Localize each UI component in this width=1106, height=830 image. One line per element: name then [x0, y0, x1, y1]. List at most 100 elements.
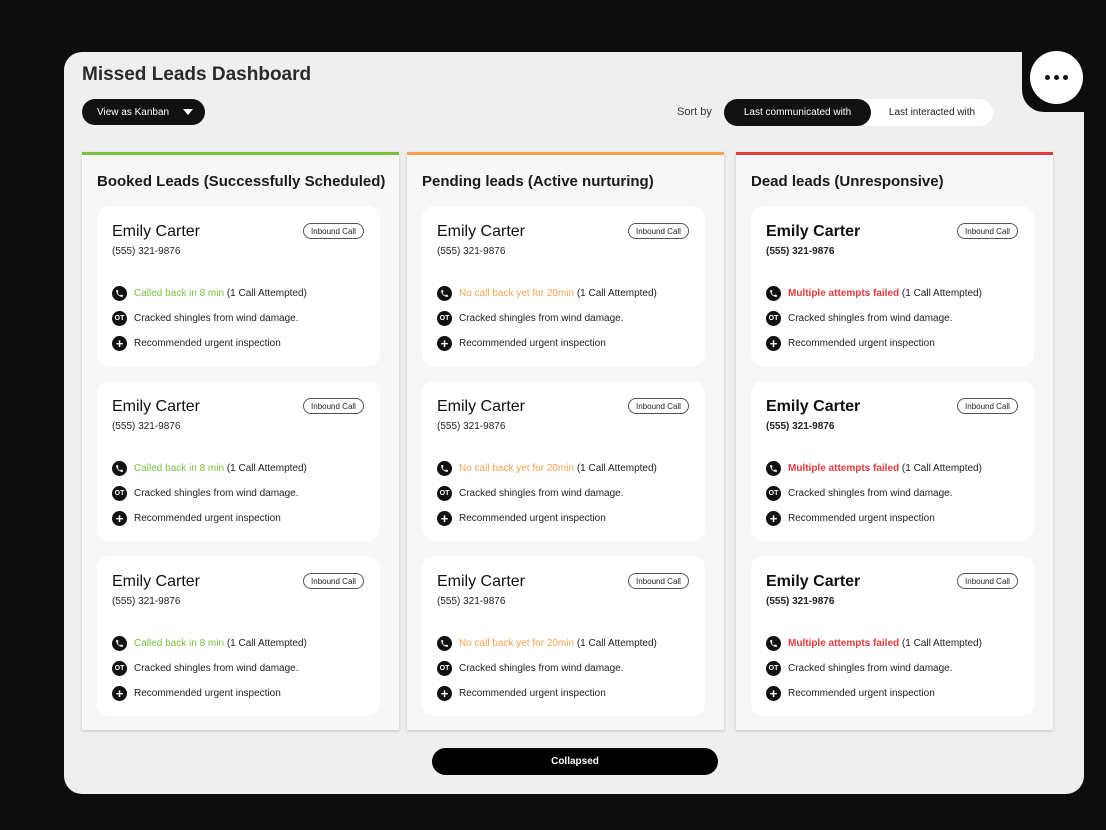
- inbound-call-tag: Inbound Call: [303, 398, 364, 414]
- lead-name: Emily Carter: [112, 573, 201, 590]
- lead-card[interactable]: Emily Carter (555) 321-9876 Inbound Call Mu…: [751, 556, 1034, 716]
- ot-icon: OT: [112, 311, 127, 326]
- call-status-row: Multiple attempts failed (1 Call Attempt…: [766, 286, 982, 301]
- call-attempt-text: (1 Call Attempted): [226, 638, 307, 649]
- note-row: OT Cracked shingles from wind damage.: [112, 661, 299, 676]
- sort-last-communicated-button[interactable]: Last communicated with: [724, 99, 871, 126]
- inbound-call-tag: Inbound Call: [628, 398, 689, 414]
- lead-name: Emily Carter: [112, 223, 201, 240]
- action-row: + Recommended urgent inspection: [437, 686, 606, 701]
- lead-name: Emily Carter: [766, 398, 861, 415]
- lead-note: Cracked shingles from wind damage.: [788, 313, 953, 324]
- caret-down-icon: [183, 109, 194, 115]
- call-status-text: Called back in 8 min: [134, 638, 225, 649]
- plus-icon: +: [437, 686, 452, 701]
- plus-icon: +: [766, 336, 781, 351]
- lead-note: Cracked shingles from wind damage.: [788, 663, 953, 674]
- lead-card[interactable]: Emily Carter (555) 321-9876 Inbound Call No…: [422, 206, 705, 366]
- lead-note: Cracked shingles from wind damage.: [134, 313, 299, 324]
- call-attempt-text: (1 Call Attempted): [901, 463, 982, 474]
- note-row: OT Cracked shingles from wind damage.: [112, 486, 299, 501]
- inbound-call-tag: Inbound Call: [628, 573, 689, 589]
- call-attempt-text: (1 Call Attempted): [576, 638, 657, 649]
- more-icon-dot: [1054, 75, 1059, 80]
- inbound-call-tag: Inbound Call: [957, 223, 1018, 239]
- action-row: + Recommended urgent inspection: [766, 686, 935, 701]
- ot-icon: OT: [112, 661, 127, 676]
- call-attempt-text: (1 Call Attempted): [576, 288, 657, 299]
- lead-note: Cracked shingles from wind damage.: [459, 313, 624, 324]
- call-status-row: Multiple attempts failed (1 Call Attempt…: [766, 461, 982, 476]
- phone-icon: [437, 286, 452, 301]
- sort-last-interacted-button[interactable]: Last interacted with: [871, 99, 993, 126]
- call-status-text: Called back in 8 min: [134, 288, 225, 299]
- phone-icon: [766, 636, 781, 651]
- call-attempt-text: (1 Call Attempted): [226, 463, 307, 474]
- lead-card[interactable]: Emily Carter (555) 321-9876 Inbound Call Ca…: [97, 556, 380, 716]
- view-as-kanban-dropdown[interactable]: View as Kanban: [82, 99, 205, 125]
- plus-icon: +: [766, 686, 781, 701]
- plus-icon: +: [112, 686, 127, 701]
- phone-icon: [112, 461, 127, 476]
- lead-name: Emily Carter: [766, 573, 861, 590]
- lead-card[interactable]: Emily Carter (555) 321-9876 Inbound Call No…: [422, 556, 705, 716]
- note-row: OT Cracked shingles from wind damage.: [437, 661, 624, 676]
- lead-column-dead: Dead leads (Unresponsive) Emily Carter (55…: [736, 152, 1053, 730]
- phone-icon: [766, 461, 781, 476]
- call-attempt-text: (1 Call Attempted): [226, 288, 307, 299]
- lead-action: Recommended urgent inspection: [134, 688, 281, 699]
- call-status-text: Multiple attempts failed: [788, 288, 900, 299]
- call-status-row: Called back in 8 min (1 Call Attempted): [112, 636, 307, 651]
- lead-action: Recommended urgent inspection: [788, 688, 935, 699]
- lead-phone: (555) 321-9876: [437, 246, 506, 257]
- lead-action: Recommended urgent inspection: [134, 338, 281, 349]
- note-row: OT Cracked shingles from wind damage.: [766, 486, 953, 501]
- call-attempt-text: (1 Call Attempted): [576, 463, 657, 474]
- call-status-text: Multiple attempts failed: [788, 638, 900, 649]
- more-options-button[interactable]: [1030, 51, 1083, 104]
- lead-action: Recommended urgent inspection: [788, 513, 935, 524]
- lead-card[interactable]: Emily Carter (555) 321-9876 Inbound Call Ca…: [97, 381, 380, 541]
- page-title: Missed Leads Dashboard: [82, 64, 312, 85]
- lead-name: Emily Carter: [437, 398, 526, 415]
- inbound-call-tag: Inbound Call: [957, 398, 1018, 414]
- ot-icon: OT: [437, 661, 452, 676]
- column-title: Pending leads (Active nurturing): [422, 173, 654, 190]
- lead-name: Emily Carter: [766, 223, 861, 240]
- note-row: OT Cracked shingles from wind damage.: [437, 311, 624, 326]
- lead-card[interactable]: Emily Carter (555) 321-9876 Inbound Call No…: [422, 381, 705, 541]
- lead-note: Cracked shingles from wind damage.: [788, 488, 953, 499]
- sort-toggle-group: Last communicated with Last interacted w…: [724, 99, 993, 126]
- lead-card[interactable]: Emily Carter (555) 321-9876 Inbound Call Ca…: [97, 206, 380, 366]
- call-status-row: Called back in 8 min (1 Call Attempted): [112, 286, 307, 301]
- lead-card[interactable]: Emily Carter (555) 321-9876 Inbound Call Mu…: [751, 381, 1034, 541]
- lead-card[interactable]: Emily Carter (555) 321-9876 Inbound Call Mu…: [751, 206, 1034, 366]
- phone-icon: [112, 286, 127, 301]
- ot-icon: OT: [437, 486, 452, 501]
- lead-action: Recommended urgent inspection: [134, 513, 281, 524]
- lead-action: Recommended urgent inspection: [459, 338, 606, 349]
- inbound-call-tag: Inbound Call: [957, 573, 1018, 589]
- action-row: + Recommended urgent inspection: [112, 686, 281, 701]
- lead-phone: (555) 321-9876: [437, 596, 506, 607]
- call-status-row: Called back in 8 min (1 Call Attempted): [112, 461, 307, 476]
- ot-icon: OT: [437, 311, 452, 326]
- action-row: + Recommended urgent inspection: [112, 336, 281, 351]
- inbound-call-tag: Inbound Call: [303, 223, 364, 239]
- plus-icon: +: [112, 511, 127, 526]
- inbound-call-tag: Inbound Call: [628, 223, 689, 239]
- note-row: OT Cracked shingles from wind damage.: [437, 486, 624, 501]
- lead-action: Recommended urgent inspection: [788, 338, 935, 349]
- collapse-button[interactable]: Collapsed: [432, 748, 718, 775]
- more-icon-dot: [1063, 75, 1068, 80]
- lead-column-pending: Pending leads (Active nurturing) Emily Ca…: [407, 152, 724, 730]
- phone-icon: [437, 636, 452, 651]
- lead-note: Cracked shingles from wind damage.: [459, 488, 624, 499]
- phone-icon: [437, 461, 452, 476]
- plus-icon: +: [437, 336, 452, 351]
- call-status-row: Multiple attempts failed (1 Call Attempt…: [766, 636, 982, 651]
- lead-note: Cracked shingles from wind damage.: [134, 488, 299, 499]
- action-row: + Recommended urgent inspection: [766, 511, 935, 526]
- call-status-text: Called back in 8 min: [134, 463, 225, 474]
- note-row: OT Cracked shingles from wind damage.: [766, 661, 953, 676]
